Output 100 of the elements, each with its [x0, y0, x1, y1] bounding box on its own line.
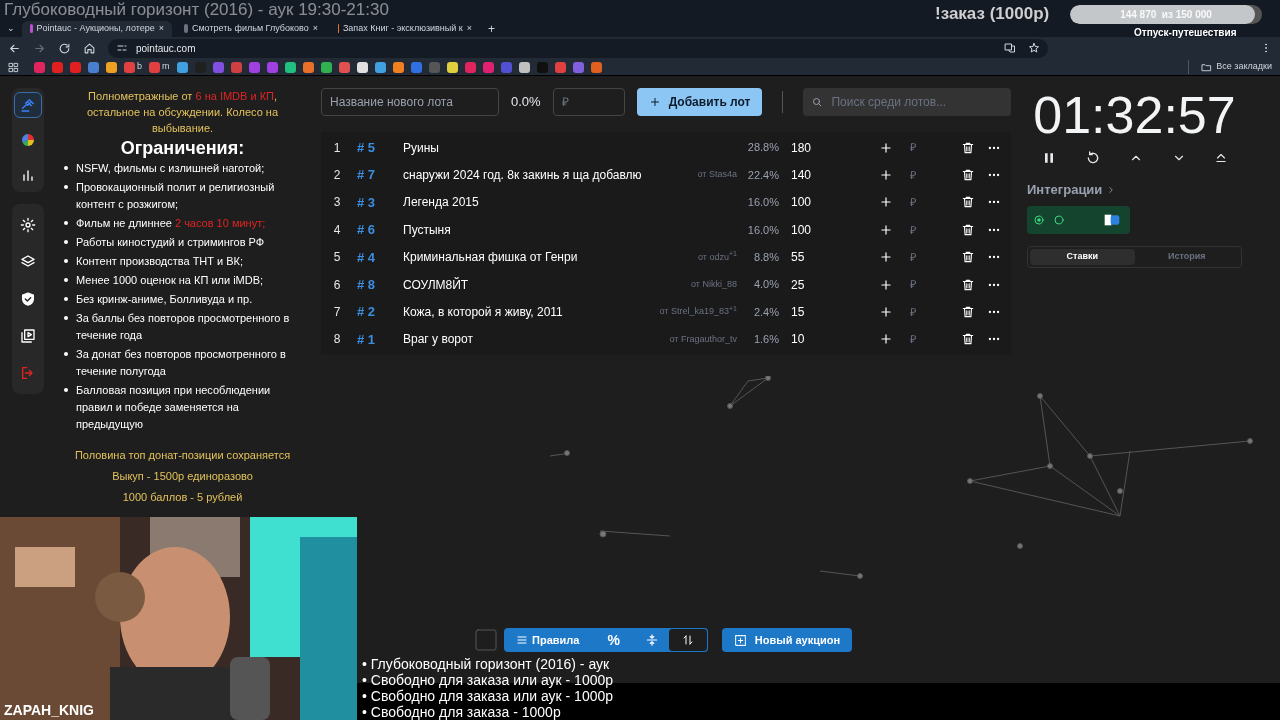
currency-button[interactable]: ₽	[903, 276, 923, 293]
bookmark-icon[interactable]	[106, 61, 117, 73]
percent-text: 16.0%	[746, 222, 779, 238]
delete-icon[interactable]	[961, 332, 975, 347]
bookmark-icon[interactable]	[176, 61, 188, 73]
currency-button[interactable]: ₽	[903, 331, 923, 348]
tab-favicon-icon	[184, 24, 188, 33]
bookmark-label[interactable]: b	[137, 60, 142, 74]
site-settings-icon[interactable]	[116, 42, 128, 54]
note-text: Половина топ донат-позиции сохраняется	[74, 448, 291, 463]
lot-id: # 6	[356, 221, 377, 240]
percent-text: 1.6%	[752, 332, 779, 348]
delete-icon[interactable]	[961, 305, 975, 320]
bullet-icon	[64, 185, 68, 189]
currency-button[interactable]: ₽	[903, 221, 923, 239]
rule-item: Балловая позиция при несоблюдении правил и победе заменяется на предыдущую	[76, 383, 272, 432]
close-tab-button[interactable]: ×	[158, 21, 164, 36]
currency-button[interactable]: ₽	[903, 139, 923, 156]
percent-text: 0.0%	[511, 93, 541, 112]
search-input[interactable]: Поиск среди лотов...	[831, 93, 1003, 111]
add-icon[interactable]	[879, 332, 893, 347]
delete-icon[interactable]	[961, 195, 975, 210]
bookmark-icon[interactable]	[392, 61, 404, 73]
intro-text: Полнометражные от 6 на IMDB и КП, остальное на обсуждении. Колесо на выбывание.	[86, 89, 279, 136]
pie-chart-icon	[20, 132, 36, 148]
add-icon[interactable]	[879, 277, 893, 292]
lot-name: Враг у ворот	[403, 331, 474, 349]
loading-status-icon	[1053, 213, 1065, 226]
add-icon[interactable]	[879, 305, 893, 320]
add-lot-button[interactable]: Добавить лот	[636, 88, 763, 116]
sort-button[interactable]	[667, 628, 708, 652]
add-icon[interactable]	[879, 140, 893, 155]
browser-tab[interactable]: Смотреть фильм Глубоково ×	[176, 20, 326, 37]
rule-item: Без кринж-аниме, Болливуда и пр.	[76, 292, 253, 307]
currency-button[interactable]: ₽	[903, 166, 923, 184]
add-icon[interactable]	[879, 168, 893, 183]
lot-name: Руины	[403, 139, 440, 157]
home-icon[interactable]	[83, 41, 96, 55]
author-text: от Stas4a	[697, 168, 738, 182]
lot-name: Легенда 2015	[403, 194, 480, 212]
lot-name-field[interactable]: Название нового лота	[321, 88, 499, 116]
rank-text: 5	[332, 249, 342, 267]
bookmark-icon[interactable]	[302, 61, 314, 73]
rule-item: Провокационный полит и религиозный контент с розжигом;	[76, 180, 276, 212]
address-bar[interactable]: pointauc.com	[108, 38, 1048, 58]
rules-button[interactable]: Правила	[504, 628, 592, 652]
tab-list-button[interactable]: ⌄	[4, 21, 18, 36]
bookmark-icon[interactable]	[446, 61, 458, 73]
bookmark-icon[interactable]	[320, 61, 332, 73]
panel-tab[interactable]: Ставки	[1030, 248, 1135, 265]
bullet-icon	[64, 316, 68, 320]
star-icon[interactable]	[1028, 42, 1040, 54]
tab-title: Pointauc - Аукционы, лотере	[36, 21, 155, 35]
add-icon[interactable]	[879, 222, 893, 237]
panel-tab[interactable]: История	[1134, 248, 1239, 265]
rule-item: Менее 1000 оценок на КП или iMDB;	[76, 273, 264, 288]
search-field[interactable]: Поиск среди лотов...	[803, 88, 1011, 116]
currency-button[interactable]: ₽	[903, 249, 923, 266]
collapse-icon[interactable]	[1213, 151, 1228, 165]
percent-button[interactable]: %	[591, 628, 636, 652]
delete-icon[interactable]	[961, 140, 975, 155]
translate-icon[interactable]	[1004, 42, 1016, 54]
browser-tab[interactable]: Pointauc - Аукционы, лотере ×	[22, 20, 172, 37]
bookmark-icon[interactable]	[284, 61, 296, 73]
integrations-heading[interactable]: Интеграции	[1027, 180, 1103, 200]
delete-icon[interactable]	[961, 168, 975, 183]
bullet-icon	[64, 352, 68, 356]
amount-field[interactable]: ₽	[552, 88, 625, 116]
rank-text: 7	[332, 304, 342, 322]
percent-text: 4.0%	[752, 277, 779, 293]
currency-button[interactable]: ₽	[903, 194, 923, 211]
author-text: от Nikki_88	[691, 277, 738, 291]
close-tab-button[interactable]: ×	[312, 21, 318, 36]
bookmark-label[interactable]: m	[162, 60, 170, 74]
bookmark-icon[interactable]	[374, 61, 386, 73]
folder-icon	[1201, 61, 1213, 73]
all-bookmarks-link[interactable]: Все закладки	[1216, 60, 1272, 74]
new-auction-button[interactable]: Новый аукцион	[721, 628, 853, 652]
lot-id: # 2	[356, 303, 377, 322]
bookmark-icon[interactable]	[518, 61, 530, 73]
add-icon[interactable]	[879, 195, 893, 210]
lot-id: # 5	[356, 138, 377, 157]
new-tab-button[interactable]: +	[484, 19, 499, 38]
reload-icon[interactable]	[58, 41, 71, 55]
delete-icon[interactable]	[961, 277, 975, 292]
queue-item: • Свободно для заказа или аук - 1000р	[362, 688, 614, 704]
apps-grid-icon[interactable]	[8, 61, 19, 73]
delete-icon[interactable]	[961, 250, 975, 265]
bookmark-icon[interactable]	[356, 61, 368, 73]
webcam-name-text: ZAPAH_KNIG	[4, 701, 94, 720]
lot-name: снаружи 2024 год. 8к закинь я ща добавлю	[403, 167, 643, 185]
delete-icon[interactable]	[961, 222, 975, 237]
shield-icon	[20, 291, 36, 307]
rank-text: 4	[332, 221, 342, 239]
add-icon[interactable]	[879, 250, 893, 265]
url-text: pointauc.com	[136, 41, 196, 56]
close-tab-button[interactable]: ×	[466, 21, 472, 36]
queue-item: • Свободно для заказа - 1000р	[362, 704, 562, 720]
browser-tab[interactable]: Запах Книг - эксклюзивный к ×	[330, 20, 480, 37]
currency-button[interactable]: ₽	[903, 303, 923, 321]
